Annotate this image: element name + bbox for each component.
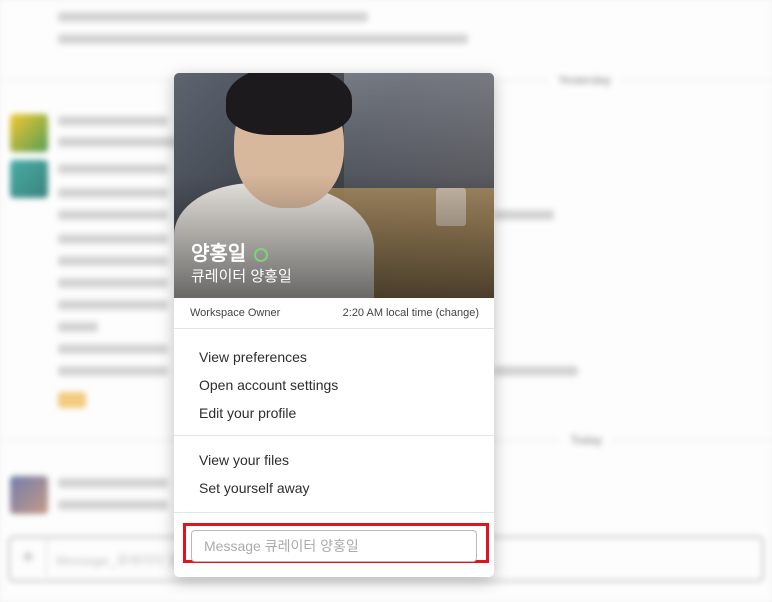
blurred-message-line xyxy=(58,34,468,44)
local-time-link[interactable]: 2:20 AM local time (change) xyxy=(343,307,479,319)
profile-name: 양홍일 xyxy=(191,237,269,266)
profile-title: 큐레이터 양홍일 xyxy=(191,268,292,285)
day-label-yesterday: Yesterday xyxy=(548,73,621,87)
menu-item-view-files[interactable]: View your files xyxy=(174,446,494,474)
blurred-message-line xyxy=(58,188,168,198)
day-label-today: Today xyxy=(560,433,613,447)
message-input-highlight xyxy=(183,523,489,563)
blurred-message-line xyxy=(58,137,178,147)
blurred-message-line xyxy=(494,366,578,376)
blurred-message-line xyxy=(58,366,168,376)
profile-popover: 양홍일 큐레이터 양홍일 Workspace Owner 2:20 AM loc… xyxy=(174,73,494,577)
blurred-message-line xyxy=(58,234,168,244)
menu-item-edit-profile[interactable]: Edit your profile xyxy=(174,399,494,427)
profile-meta: Workspace Owner 2:20 AM local time (chan… xyxy=(174,298,494,329)
blurred-message-line xyxy=(58,344,168,354)
reaction-pill[interactable] xyxy=(58,392,86,408)
direct-message-input[interactable] xyxy=(191,530,477,562)
presence-icon xyxy=(254,247,269,262)
blurred-message-line xyxy=(58,210,168,220)
profile-name-text: 양홍일 xyxy=(191,243,247,265)
blurred-message-line xyxy=(58,12,368,22)
blurred-message-line xyxy=(58,322,98,332)
profile-menu-primary: View preferences Open account settings E… xyxy=(174,329,494,436)
blurred-message-line xyxy=(58,116,168,126)
profile-menu-secondary: View your files Set yourself away xyxy=(174,436,494,513)
blurred-message-line xyxy=(58,256,168,266)
blurred-message-line xyxy=(58,164,168,174)
avatar[interactable] xyxy=(10,160,48,198)
avatar[interactable] xyxy=(10,114,48,152)
blurred-message-line xyxy=(58,300,168,310)
blurred-message-line xyxy=(494,210,554,220)
blurred-message-line xyxy=(58,478,168,488)
profile-photo: 양홍일 큐레이터 양홍일 xyxy=(174,73,494,298)
plus-icon[interactable]: + xyxy=(10,538,47,576)
blurred-message-line xyxy=(58,278,168,288)
menu-item-view-preferences[interactable]: View preferences xyxy=(174,343,494,371)
profile-role: Workspace Owner xyxy=(190,307,281,319)
menu-item-set-away[interactable]: Set yourself away xyxy=(174,474,494,502)
menu-item-open-account-settings[interactable]: Open account settings xyxy=(174,371,494,399)
avatar[interactable] xyxy=(10,476,48,514)
blurred-message-line xyxy=(58,500,168,510)
